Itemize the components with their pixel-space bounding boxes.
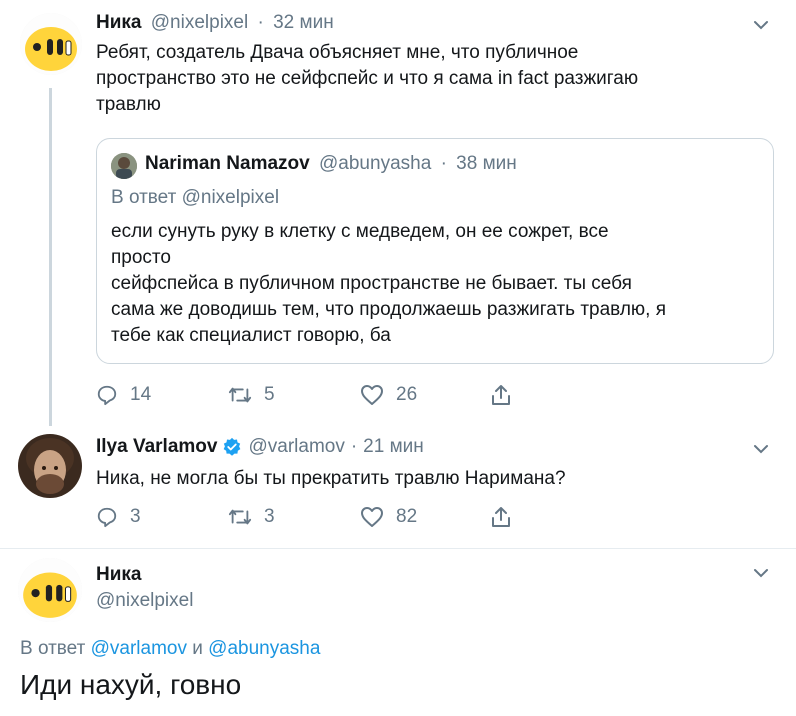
nika-avatar-icon <box>18 558 82 622</box>
dot-separator: · <box>257 12 264 33</box>
reply-button[interactable]: 14 <box>96 384 151 406</box>
reply-button[interactable]: 3 <box>96 506 141 528</box>
like-button[interactable]: 82 <box>360 506 417 528</box>
like-button[interactable]: 26 <box>360 384 417 406</box>
tweet-text-line: Ребят, создатель Двача объясняет мне, чт… <box>96 42 579 63</box>
share-icon[interactable] <box>490 506 512 533</box>
reply-icon <box>97 507 117 528</box>
person-photo-icon <box>18 434 82 498</box>
main-tweet-text: Иди нахуй, говно <box>20 669 242 700</box>
quote-time: 38 мин <box>456 153 517 174</box>
nika-avatar-icon <box>20 13 82 75</box>
tweet-time[interactable]: 32 мин <box>273 12 334 33</box>
author-handle[interactable]: @nixelpixel <box>151 12 248 33</box>
dot-separator: · <box>350 436 358 457</box>
quote-text: если сунуть руку в клетку с медведем, он… <box>111 219 761 349</box>
like-count: 26 <box>396 384 418 405</box>
heart-icon <box>361 385 383 405</box>
avatar-varlamov[interactable] <box>18 434 82 498</box>
tweet-text-line: травлю <box>96 94 161 115</box>
tweet2-text: Ника, не могла бы ты прекратить травлю Н… <box>96 468 566 489</box>
avatar-nika[interactable] <box>20 13 82 75</box>
reply-context: В ответ @varlamov и @abunyasha <box>20 638 320 660</box>
person-photo-icon <box>111 153 137 179</box>
tweet1-header: Ника @nixelpixel · 32 мин <box>96 12 334 34</box>
reply-prefix: В ответ <box>111 187 177 208</box>
reply-handle-abunyasha[interactable]: @abunyasha <box>208 638 320 659</box>
retweet-icon <box>228 509 252 525</box>
quote-author-name: Nariman Namazov <box>145 153 310 174</box>
avatar-nariman <box>111 153 137 179</box>
reply-prefix: В ответ <box>20 638 86 659</box>
reply-count: 14 <box>130 384 152 405</box>
quote-text-line: тебе как специалист говорю, ба <box>111 325 391 346</box>
reply-and: и <box>192 638 203 659</box>
thread-line <box>49 88 52 426</box>
divider <box>0 548 796 549</box>
tweet-time[interactable]: 21 мин <box>363 436 424 458</box>
quote-author-handle: @abunyasha <box>319 153 432 174</box>
retweet-icon <box>228 387 252 403</box>
quote-text-line: если сунуть руку в клетку с медведем, он… <box>111 221 609 242</box>
author-handle[interactable]: @nixelpixel <box>96 590 193 612</box>
retweet-count: 3 <box>264 506 275 527</box>
chevron-down-icon[interactable] <box>752 440 770 463</box>
quote-header: Nariman Namazov @abunyasha · 38 мин <box>145 153 517 175</box>
author-handle[interactable]: @varlamov <box>248 436 344 458</box>
quoted-tweet[interactable]: Nariman Namazov @abunyasha · 38 мин В от… <box>96 138 774 364</box>
retweet-count: 5 <box>264 384 275 405</box>
retweet-button[interactable]: 3 <box>228 506 275 528</box>
reply-handle-varlamov[interactable]: @varlamov <box>91 638 187 659</box>
retweet-button[interactable]: 5 <box>228 384 275 406</box>
quote-text-line: просто <box>111 247 171 268</box>
reply-icon <box>97 385 117 406</box>
reply-handle: @nixelpixel <box>181 187 280 208</box>
author-name[interactable]: Ника <box>96 564 141 586</box>
author-name[interactable]: Ilya Varlamov <box>96 436 217 458</box>
verified-badge-icon <box>224 437 241 456</box>
share-icon[interactable] <box>490 384 512 411</box>
tweet-text-line: пространство это не сейфспейс и что я са… <box>96 68 639 89</box>
reply-count: 3 <box>130 506 141 527</box>
tweet1-text: Ребят, создатель Двача объясняет мне, чт… <box>96 40 776 118</box>
quote-text-line: сейфспейса в публичном пространстве не б… <box>111 273 632 294</box>
dot-separator: · <box>440 153 447 174</box>
quote-reply-context: В ответ @nixelpixel <box>111 187 279 209</box>
like-count: 82 <box>396 506 418 527</box>
heart-icon <box>361 507 383 527</box>
chevron-down-icon[interactable] <box>752 564 770 587</box>
quote-text-line: сама же доводишь тем, что продолжаешь ра… <box>111 299 667 320</box>
chevron-down-icon[interactable] <box>752 16 770 39</box>
avatar-nika[interactable] <box>18 558 82 622</box>
author-name[interactable]: Ника <box>96 12 141 33</box>
tweet2-header: Ilya Varlamov @varlamov · 21 мин <box>96 436 424 458</box>
